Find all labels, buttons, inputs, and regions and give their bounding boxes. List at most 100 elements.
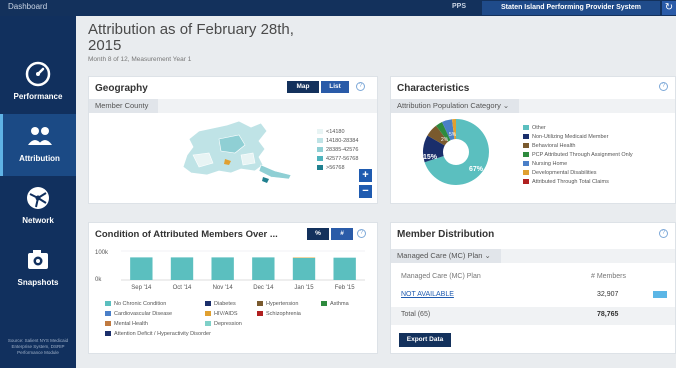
refresh-icon[interactable]: ↻ (662, 1, 676, 15)
member-distribution-panel: Member Distribution ? Managed Care (MC) … (390, 222, 676, 354)
table-total-row: Total (65) 78,765 (391, 307, 675, 325)
sidebar-item-attribution[interactable]: Attribution (0, 114, 76, 176)
export-data-button[interactable]: Export Data (399, 333, 451, 347)
legend-label: Other (532, 125, 546, 131)
condition-bar-chart: 100k 0k Sep '14 Oct '14 Nov '14 Dec '14 Jan '1… (95, 250, 365, 291)
characteristics-panel: Characteristics ? Attribution Population… (390, 76, 676, 204)
percent-button[interactable]: % (307, 228, 329, 240)
geography-panel: Geography Map List ? Member County <1418… (88, 76, 378, 204)
y-tick-label: 100k (95, 250, 109, 256)
gauge-icon (25, 61, 51, 87)
legend-item: HIV/AIDS (205, 311, 238, 317)
legend-swatch (205, 311, 211, 317)
legend-swatch (205, 301, 211, 307)
legend-item: Nursing Home (523, 161, 567, 167)
legend-item: Other (523, 125, 546, 131)
legend-label: Depression (214, 321, 242, 327)
legend-label: >56768 (326, 165, 345, 171)
pps-select[interactable]: Staten Island Performing Provider System (482, 1, 660, 15)
list-button[interactable]: List (321, 81, 349, 93)
tab-label: Managed Care (MC) Plan (397, 251, 483, 260)
zoom-out-button[interactable]: − (359, 185, 372, 198)
tab-managed-care-plan[interactable]: Managed Care (MC) Plan ⌄ (391, 249, 501, 263)
help-icon[interactable]: ? (357, 229, 366, 238)
legend-label: 28385-42576 (326, 147, 359, 153)
sidebar: Performance Attribution Network Snapshot… (0, 16, 76, 368)
members-value: 32,907 (597, 291, 619, 298)
legend-swatch (523, 152, 529, 158)
source-note: Source: Salient NYS Medicaid Enterprise … (7, 338, 69, 355)
legend-label: HIV/AIDS (214, 311, 238, 317)
pie-label-small-a: 2% (441, 137, 449, 143)
sidebar-item-performance[interactable]: Performance (0, 52, 76, 114)
legend-label: <14180 (326, 129, 345, 135)
legend-swatch (523, 134, 529, 140)
x-tick-label: Oct '14 (173, 285, 192, 291)
bar[interactable] (292, 257, 316, 280)
legend-swatch (523, 170, 529, 176)
legend-label: Non-Utilizing Medicaid Member (532, 134, 609, 140)
y-tick-label: 0k (95, 277, 102, 283)
panel-title: Characteristics (397, 83, 470, 94)
x-tick-label: Jan '15 (294, 285, 314, 291)
col-plan-header: Managed Care (MC) Plan (401, 273, 481, 280)
legend-swatch (321, 301, 327, 307)
legend-swatch (105, 321, 111, 327)
population-pie-chart[interactable]: 67% 15% 2% 5% (421, 117, 491, 187)
sidebar-item-snapshots[interactable]: Snapshots (0, 238, 76, 300)
breadcrumb[interactable]: Dashboard (8, 2, 47, 11)
x-tick-label: Nov '14 (213, 285, 234, 291)
legend-label: 42577-56768 (326, 156, 359, 162)
tab-member-county[interactable]: Member County (89, 99, 159, 113)
bar[interactable] (130, 257, 153, 280)
legend-item: 14180-28384 (317, 138, 358, 144)
legend-swatch (317, 129, 323, 135)
x-tick-label: Dec '14 (253, 285, 274, 291)
legend-swatch (257, 311, 263, 317)
legend-item: >56768 (317, 165, 345, 171)
legend-item: Behavioral Health (523, 143, 575, 149)
bar[interactable] (170, 257, 194, 280)
legend-swatch (317, 138, 323, 144)
ny-state-map[interactable] (179, 119, 299, 189)
panel-title: Member Distribution (397, 229, 495, 240)
sidebar-item-label: Attribution (19, 154, 60, 163)
legend-item: Mental Health (105, 321, 148, 327)
legend-item: No Chronic Condition (105, 301, 166, 307)
characteristics-tab-strip: Attribution Population Category ⌄ (391, 99, 675, 113)
legend-swatch (105, 301, 111, 307)
pie-label-small-b: 5% (449, 132, 457, 138)
count-button[interactable]: # (331, 228, 353, 240)
tab-label: Attribution Population Category (397, 101, 501, 110)
help-icon[interactable]: ? (356, 82, 365, 91)
page-title: Attribution as of February 28th, 2015 (88, 21, 294, 54)
chevron-down-icon: ⌄ (484, 251, 491, 260)
legend-swatch (523, 143, 529, 149)
legend-item: Attributed Through Total Claims (523, 179, 609, 185)
legend-item: Depression (205, 321, 242, 327)
sidebar-item-network[interactable]: Network (0, 176, 76, 238)
legend-label: Mental Health (114, 321, 148, 327)
sidebar-item-label: Performance (13, 92, 63, 101)
bar[interactable] (333, 257, 356, 280)
legend-label: Schizophrenia (266, 311, 301, 317)
pie-label-other: 67% (469, 166, 484, 173)
map-button[interactable]: Map (287, 81, 319, 93)
legend-item: Schizophrenia (257, 311, 301, 317)
legend-label: Attributed Through Total Claims (532, 179, 609, 185)
bar[interactable] (252, 257, 275, 280)
tab-attribution-population-category[interactable]: Attribution Population Category ⌄ (391, 99, 520, 113)
legend-item: 28385-42576 (317, 147, 358, 153)
help-icon[interactable]: ? (659, 82, 668, 91)
help-icon[interactable]: ? (659, 229, 668, 238)
legend-swatch (523, 161, 529, 167)
legend-label: Nursing Home (532, 161, 568, 167)
legend-item: Cardiovascular Disease (105, 311, 172, 317)
legend-label: Asthma (330, 301, 349, 307)
zoom-in-button[interactable]: + (359, 169, 372, 182)
legend-item: Attention Deficit / Hyperactivity Disord… (105, 331, 211, 337)
bar[interactable] (211, 257, 234, 280)
panel-title: Condition of Attributed Members Over ... (95, 229, 278, 240)
people-icon (27, 127, 52, 145)
plan-link[interactable]: NOT AVAILABLE (401, 291, 454, 298)
